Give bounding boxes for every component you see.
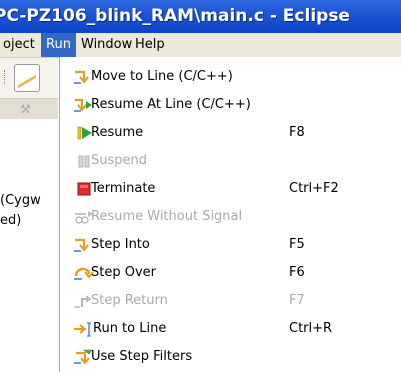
menu-item-label: Run to Line: [93, 321, 167, 336]
menu-item-resume[interactable]: Resume F8: [60, 119, 401, 147]
window-title-bar[interactable]: PC-PZ106_blink_RAM\main.c - Eclipse: [0, 0, 401, 33]
menu-item-shortcut: F6: [289, 265, 305, 280]
menu-window[interactable]: Window: [76, 33, 137, 57]
menu-project[interactable]: oject: [0, 33, 40, 57]
run-menu: Move to Line (C/C++) Resume At Line (C/C…: [59, 57, 401, 372]
menu-item-step-into[interactable]: Step Into F5: [60, 231, 401, 259]
toolbar-new-button[interactable]: [14, 64, 40, 92]
menu-item-label: Terminate: [91, 181, 156, 196]
menu-run[interactable]: Run: [41, 33, 76, 57]
menu-item-step-over[interactable]: Step Over F6: [60, 259, 401, 287]
menu-help[interactable]: Help: [130, 33, 170, 57]
menu-item-label: Resume At Line (C/C++): [91, 97, 251, 112]
console-text-line-2: ed): [0, 213, 22, 228]
menu-item-step-return[interactable]: Step Return F7: [60, 287, 401, 315]
menu-item-shortcut: F5: [289, 237, 305, 252]
menu-item-terminate[interactable]: Terminate Ctrl+F2: [60, 175, 401, 203]
menu-item-suspend[interactable]: Suspend: [60, 147, 401, 175]
menu-item-label: Step Over: [91, 265, 156, 280]
console-text-line-1: (Cygw: [0, 193, 41, 208]
tools-icon[interactable]: ⚒: [20, 103, 34, 115]
menu-item-shortcut: Ctrl+R: [289, 321, 333, 336]
menu-item-resume-without-signal[interactable]: Resume Without Signal: [60, 203, 401, 231]
window-title: PC-PZ106_blink_RAM\main.c - Eclipse: [0, 6, 350, 26]
menu-item-label: Step Into: [91, 237, 150, 252]
menu-item-shortcut: F7: [289, 293, 305, 308]
menu-item-use-step-filters[interactable]: Use Step Filters: [60, 343, 401, 371]
perspective-bar: ⚒: [0, 98, 58, 119]
run-to-line-icon: [72, 321, 94, 337]
menu-item-label: Suspend: [91, 153, 148, 168]
menu-item-label: Resume Without Signal: [91, 209, 243, 224]
menu-item-run-to-line[interactable]: Run to Line Ctrl+R: [60, 315, 401, 343]
menu-item-resume-at-line[interactable]: Resume At Line (C/C++): [60, 91, 401, 119]
menu-item-label: Use Step Filters: [91, 349, 193, 364]
menu-item-label: Step Return: [91, 293, 168, 308]
menu-item-label: Resume: [91, 125, 144, 140]
menu-item-move-to-line[interactable]: Move to Line (C/C++): [60, 63, 401, 91]
menu-item-shortcut: F8: [289, 125, 305, 140]
menu-bar: oject Run Window Help: [0, 33, 401, 58]
menu-item-shortcut: Ctrl+F2: [289, 181, 339, 196]
menu-item-label: Move to Line (C/C++): [91, 69, 233, 84]
main-toolbar: ⚒: [0, 58, 58, 119]
toolbar-separator: [4, 70, 7, 84]
